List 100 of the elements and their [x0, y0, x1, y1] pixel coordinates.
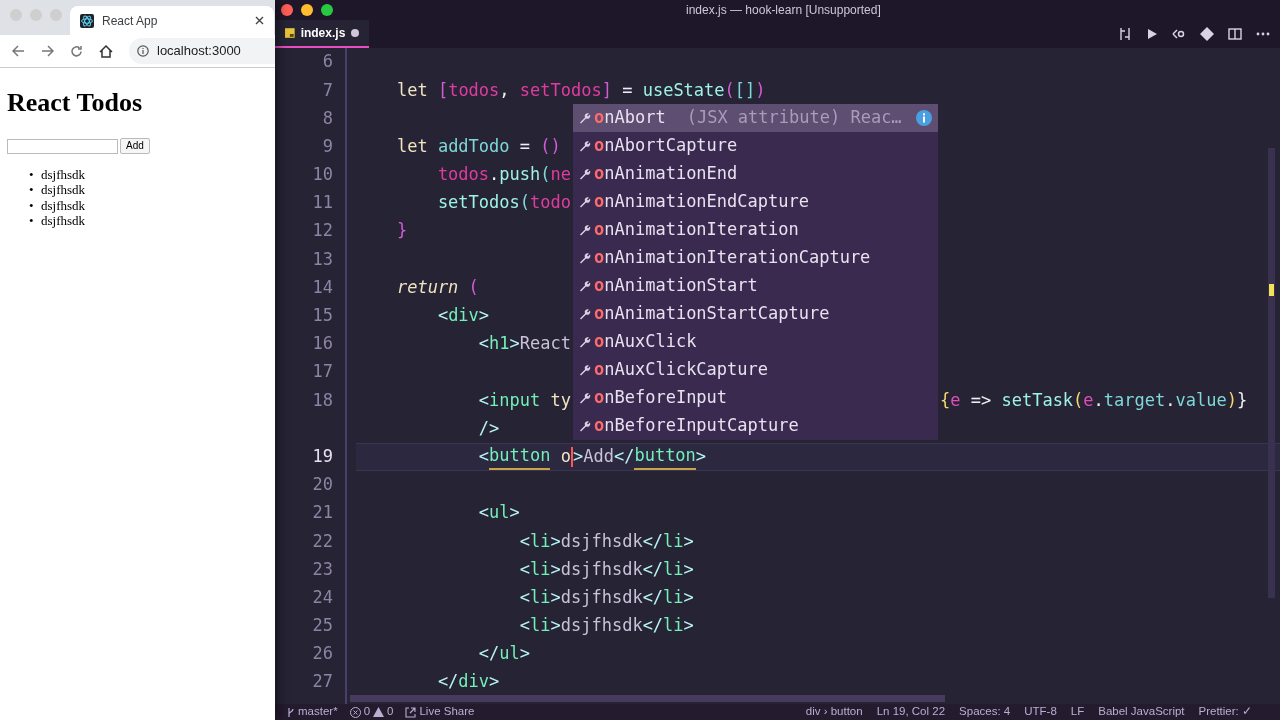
- suggestion-item[interactable]: onAuxClickCapture: [573, 356, 938, 384]
- suggestion-item[interactable]: onAuxClick: [573, 328, 938, 356]
- line-number: 23: [312, 557, 333, 581]
- line-number: 10: [312, 163, 333, 187]
- suggestion-item[interactable]: onAnimationIteration: [573, 216, 938, 244]
- line-number: 22: [312, 529, 333, 553]
- code-line: <li>dsjfhsdk</li>: [518, 529, 694, 553]
- more-icon[interactable]: [1256, 32, 1270, 36]
- wrench-icon: [579, 252, 591, 264]
- scrollbar-thumb[interactable]: [1268, 148, 1275, 598]
- wrench-icon: [579, 140, 591, 152]
- list-item: dsjfhsdk: [41, 166, 86, 183]
- code-line: <button o>Add</button>: [356, 442, 707, 471]
- warning-icon: [373, 707, 385, 717]
- js-file-icon: [285, 28, 295, 38]
- line-number: 11: [312, 191, 333, 215]
- branch-indicator[interactable]: master*: [287, 703, 338, 720]
- status-item[interactable]: div › button: [805, 703, 863, 720]
- suggestion-item[interactable]: onAnimationEnd: [573, 160, 938, 188]
- code-line: setTodos(todo: [436, 191, 571, 215]
- info-icon[interactable]: [137, 45, 149, 57]
- code-line: </div>: [436, 670, 500, 694]
- run-icon[interactable]: [1146, 28, 1158, 40]
- line-number: 7: [322, 78, 333, 102]
- error-count[interactable]: 0: [349, 703, 371, 720]
- code-line: />: [477, 416, 500, 440]
- status-item[interactable]: Prettier: ✓: [1198, 703, 1252, 720]
- wrench-icon: [579, 112, 591, 124]
- text-cursor: [570, 446, 573, 467]
- line-number: 14: [312, 275, 333, 299]
- suggestion-item[interactable]: onBeforeInputCapture: [573, 412, 938, 440]
- live-share-button[interactable]: Live Share: [405, 703, 475, 720]
- address-bar[interactable]: localhost:3000: [129, 38, 275, 64]
- list-item: dsjfhsdk: [41, 213, 86, 230]
- wrench-icon: [579, 196, 591, 208]
- text-input[interactable]: [7, 138, 118, 154]
- wrench-icon: [579, 308, 591, 320]
- bullet: •: [29, 197, 35, 214]
- wrench-icon: [579, 420, 591, 432]
- atom-icon: [80, 13, 94, 28]
- code-line: let [todos, setTodos] = useState([]): [395, 78, 766, 102]
- url-text: localhost:3000: [157, 42, 241, 61]
- add-button[interactable]: Add: [120, 138, 150, 154]
- browser-tab[interactable]: React App: [70, 6, 274, 35]
- home-icon[interactable]: [99, 44, 113, 58]
- code-line: <li>dsjfhsdk</li>: [518, 557, 694, 581]
- code-line: <li>dsjfhsdk</li>: [518, 585, 694, 609]
- status-item[interactable]: Babel JavaScript: [1098, 703, 1185, 720]
- wrench-icon: [579, 280, 591, 292]
- code-line: <input ty: [477, 388, 571, 412]
- line-number: 21: [312, 501, 333, 525]
- status-item[interactable]: LF: [1070, 703, 1085, 720]
- reload-icon[interactable]: [70, 44, 83, 58]
- code-line: <li>dsjfhsdk</li>: [518, 614, 694, 638]
- bullet: •: [29, 182, 35, 199]
- line-number: 17: [312, 360, 333, 384]
- compare-changes-icon[interactable]: [1118, 27, 1132, 41]
- warning-count[interactable]: 0: [373, 703, 394, 720]
- code-line: let addTodo = (): [395, 134, 561, 158]
- code-line: </ul>: [477, 642, 531, 666]
- line-number: 15: [312, 304, 333, 328]
- suggestion-item[interactable]: onAbortCapture: [573, 132, 938, 160]
- status-item[interactable]: Ln 19, Col 22: [876, 703, 946, 720]
- bullet: •: [29, 213, 35, 230]
- close-window-button[interactable]: [281, 4, 293, 16]
- suggestion-item[interactable]: onAnimationEndCapture: [573, 188, 938, 216]
- line-number: 27: [312, 670, 333, 694]
- zoom-window-button[interactable]: [321, 4, 333, 16]
- editor-tab[interactable]: index.js: [275, 20, 369, 48]
- split-editor-icon[interactable]: [1228, 28, 1242, 40]
- suggestion-item[interactable]: onAbort (JSX attribute) Reac…: [573, 104, 938, 132]
- suggestion-detail: (JSX attribute) Reac…: [686, 106, 903, 130]
- close-icon[interactable]: [255, 16, 264, 25]
- error-icon: [349, 706, 361, 718]
- line-number: 20: [312, 473, 333, 497]
- suggestion-item[interactable]: onAnimationStartCapture: [573, 300, 938, 328]
- code-line: }: [395, 219, 408, 243]
- line-number: 9: [322, 134, 333, 158]
- status-item[interactable]: UTF-8: [1024, 703, 1057, 720]
- info-icon[interactable]: [916, 110, 932, 126]
- line-number: 8: [322, 106, 333, 130]
- forward-icon[interactable]: [41, 45, 54, 57]
- suggestion-item[interactable]: onAnimationStart: [573, 272, 938, 300]
- suggestion-item[interactable]: onBeforeInput: [573, 384, 938, 412]
- code-line: <h1>React: [477, 332, 571, 356]
- minimize-window-button[interactable]: [301, 4, 313, 16]
- horizontal-scrollbar[interactable]: [350, 695, 945, 702]
- code-line: todos.push(ne: [436, 163, 571, 187]
- bullet: •: [29, 166, 35, 183]
- wrench-icon: [579, 336, 591, 348]
- scroll-marker: [1269, 284, 1274, 296]
- line-number: 24: [312, 585, 333, 609]
- wrench-icon: [579, 392, 591, 404]
- list-item: dsjfhsdk: [41, 197, 86, 214]
- status-item[interactable]: Spaces: 4: [959, 703, 1011, 720]
- wrench-icon: [579, 364, 591, 376]
- back-icon[interactable]: [12, 45, 25, 57]
- git-diamond-icon[interactable]: [1200, 27, 1214, 41]
- suggestion-item[interactable]: onAnimationIterationCapture: [573, 244, 938, 272]
- line-number: 12: [312, 219, 333, 243]
